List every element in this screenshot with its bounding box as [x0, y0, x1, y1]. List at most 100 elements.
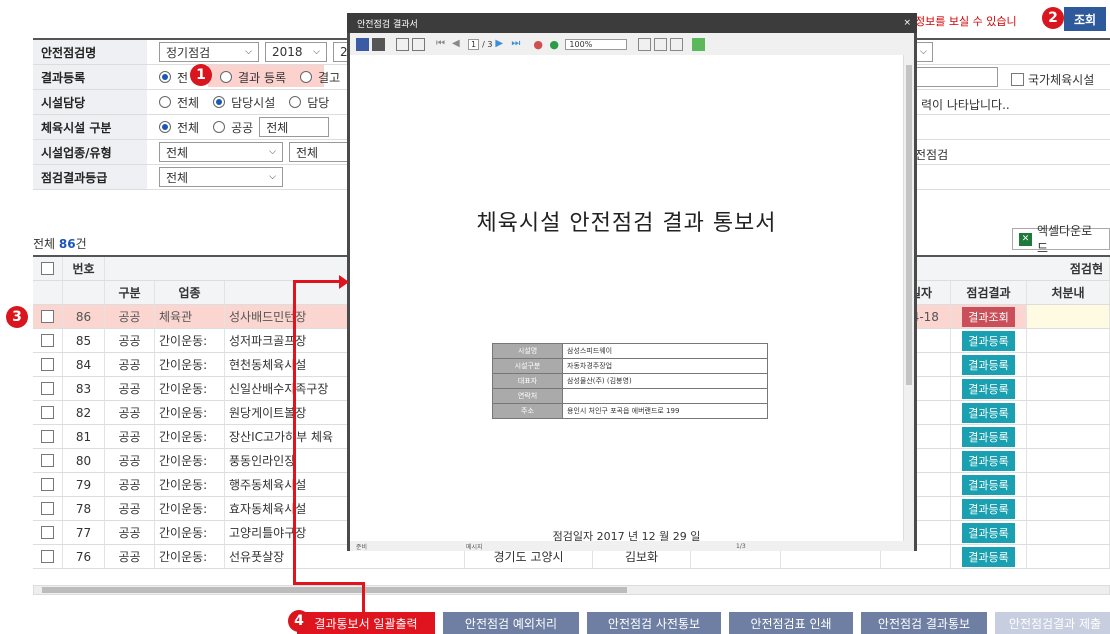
radio-all[interactable]: [159, 121, 171, 133]
annotation-arrow: [293, 582, 365, 585]
inspection-type-select[interactable]: 정기점검 ⌵: [159, 42, 259, 62]
result-register-button[interactable]: 결과등록: [962, 330, 1015, 351]
excel-label: 엑셀다운로드: [1036, 224, 1093, 255]
row-checkbox[interactable]: [41, 406, 54, 419]
prev-page-icon[interactable]: ◀: [452, 38, 465, 51]
cell-type: 공공: [105, 449, 155, 472]
extra-input[interactable]: [913, 67, 998, 87]
filter-label: 시설담당: [33, 90, 147, 114]
grid-scrollbar[interactable]: [33, 585, 1110, 595]
result-register-button[interactable]: 결과등록: [962, 354, 1015, 375]
zoom-select[interactable]: 100%: [565, 38, 628, 50]
cell-biz: 간이운동:: [155, 425, 225, 448]
info-row: 시설구분 자동차경주장업: [492, 358, 768, 374]
scroll-thumb[interactable]: [42, 587, 627, 593]
col-process: 처분내: [1027, 281, 1110, 304]
report-page: 체육시설 안전점검 결과 통보서 시설명 삼성스피드웨이 시설구분 자동차경주장업 대표…: [350, 55, 914, 543]
cell-no: 77: [63, 521, 105, 544]
checkbox[interactable]: [1011, 73, 1024, 86]
annotation-arrowhead: [339, 275, 349, 289]
result-register-button[interactable]: 결과등록: [962, 402, 1015, 423]
cell-biz: 간이운동:: [155, 377, 225, 400]
info-row: 대표자 삼성물산(주) (김봉영): [492, 373, 768, 389]
page-setup-icon[interactable]: [396, 37, 409, 51]
page-total: / 3: [482, 39, 493, 49]
year-select[interactable]: 2018 ⌵: [265, 42, 327, 62]
result-register-button[interactable]: 결과등록: [962, 522, 1015, 543]
save-icon[interactable]: [356, 37, 369, 51]
grade-select[interactable]: 전체 ⌵: [159, 167, 283, 187]
cell-type: 공공: [105, 497, 155, 520]
multi-page-icon[interactable]: [654, 37, 668, 51]
find-icon[interactable]: [692, 37, 706, 51]
result-register-button[interactable]: 결과등록: [962, 474, 1015, 495]
fit-page-icon[interactable]: [670, 37, 684, 51]
result-register-button[interactable]: 결과등록: [962, 450, 1015, 471]
radio-label: 전: [177, 70, 189, 85]
col-type: 구분: [105, 281, 155, 304]
cell-biz: 간이운동:: [155, 329, 225, 352]
row-checkbox[interactable]: [41, 478, 54, 491]
radio-all[interactable]: [159, 71, 171, 83]
row-checkbox[interactable]: [41, 550, 54, 563]
cell-biz: 체육관: [155, 305, 225, 328]
cell-type: 공공: [105, 545, 155, 568]
result-register-button[interactable]: 결과등록: [962, 426, 1015, 447]
close-icon[interactable]: ×: [903, 18, 911, 28]
result-register-button[interactable]: 결과등록: [962, 378, 1015, 399]
radio-all[interactable]: [159, 96, 171, 108]
radio-result-registered[interactable]: [220, 71, 233, 83]
cell-no: 80: [63, 449, 105, 472]
excel-icon: ✕: [1019, 232, 1032, 246]
radio-result-none[interactable]: [300, 71, 313, 83]
row-checkbox[interactable]: [41, 430, 54, 443]
row-checkbox[interactable]: [41, 310, 54, 323]
row-checkbox[interactable]: [41, 502, 54, 515]
row-checkbox[interactable]: [41, 334, 54, 347]
info-key: 시설명: [492, 343, 563, 359]
zoom-out-icon[interactable]: ●: [533, 38, 546, 51]
business-select[interactable]: 전체 ⌵: [159, 142, 283, 162]
scroll-thumb[interactable]: [906, 65, 912, 385]
radio-public[interactable]: [213, 121, 226, 133]
result-register-button[interactable]: 결과등록: [962, 498, 1015, 519]
cell-no: 82: [63, 401, 105, 424]
national-facility-check[interactable]: 국가체육시설: [1011, 71, 1094, 88]
hint-text: 전점검: [915, 148, 949, 162]
result-view-button[interactable]: 결과조회: [962, 306, 1015, 327]
export-icon[interactable]: [412, 37, 425, 51]
result-register-button[interactable]: 결과등록: [962, 546, 1015, 567]
radio-label: 공공: [231, 120, 254, 135]
single-page-icon[interactable]: [638, 37, 652, 51]
last-page-icon[interactable]: ⏭: [511, 38, 524, 51]
page-number-input[interactable]: 1: [468, 38, 480, 50]
hint-text: 력이 나타납니다..: [921, 98, 1010, 112]
radio-my-facility[interactable]: [213, 96, 226, 108]
annotation-arrow: [293, 282, 296, 584]
zoom-in-icon[interactable]: ●: [549, 38, 562, 51]
select-all-checkbox[interactable]: [41, 262, 54, 275]
next-page-icon[interactable]: ▶: [495, 38, 508, 51]
row-checkbox[interactable]: [41, 526, 54, 539]
row-checkbox[interactable]: [41, 358, 54, 371]
search-button[interactable]: 조회: [1064, 7, 1106, 31]
chevron-down-icon: ⌵: [313, 47, 320, 57]
category-select[interactable]: 전체: [289, 142, 354, 162]
radio-label: 담당: [307, 95, 330, 110]
cell-no: 86: [63, 305, 105, 328]
facility-type-select[interactable]: 전체: [259, 117, 330, 137]
info-row: 주소 용인시 처인구 포곡읍 에버랜드로 199: [492, 403, 768, 419]
cell-type: 공공: [105, 473, 155, 496]
first-page-icon[interactable]: ⏮: [436, 38, 449, 51]
total-number: 86: [58, 237, 76, 251]
row-checkbox[interactable]: [41, 382, 54, 395]
chevron-down-icon: ⌵: [245, 47, 252, 57]
col-no: 번호: [63, 257, 105, 280]
chevron-down-icon: ⌵: [269, 172, 276, 182]
row-checkbox[interactable]: [41, 454, 54, 467]
cell-no: 84: [63, 353, 105, 376]
radio-other[interactable]: [289, 96, 302, 108]
viewer-scrollbar[interactable]: [903, 55, 914, 541]
print-icon[interactable]: [372, 37, 385, 51]
excel-download-button[interactable]: ✕ 엑셀다운로드: [1012, 224, 1110, 255]
